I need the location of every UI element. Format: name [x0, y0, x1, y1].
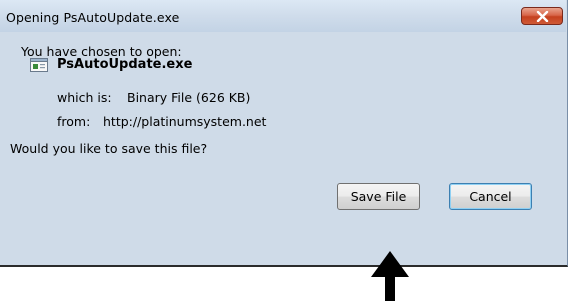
save-question: Would you like to save this file? — [10, 141, 208, 156]
from-label: from: — [57, 114, 91, 129]
source-url: http://platinumsystem.net — [103, 114, 267, 129]
download-dialog: Opening PsAutoUpdate.exe You have chosen… — [0, 0, 568, 267]
window-title: Opening PsAutoUpdate.exe — [6, 10, 180, 25]
file-icon — [30, 58, 48, 72]
close-button[interactable] — [521, 7, 563, 25]
cancel-button[interactable]: Cancel — [449, 183, 532, 210]
close-icon — [536, 11, 549, 22]
file-type-value: Binary File (626 KB) — [127, 90, 251, 105]
file-name: PsAutoUpdate.exe — [57, 57, 193, 72]
save-file-button[interactable]: Save File — [337, 183, 420, 210]
pointer-arrow — [371, 251, 409, 301]
title-bar[interactable]: Opening PsAutoUpdate.exe — [0, 0, 566, 32]
which-is-label: which is: — [57, 90, 112, 105]
